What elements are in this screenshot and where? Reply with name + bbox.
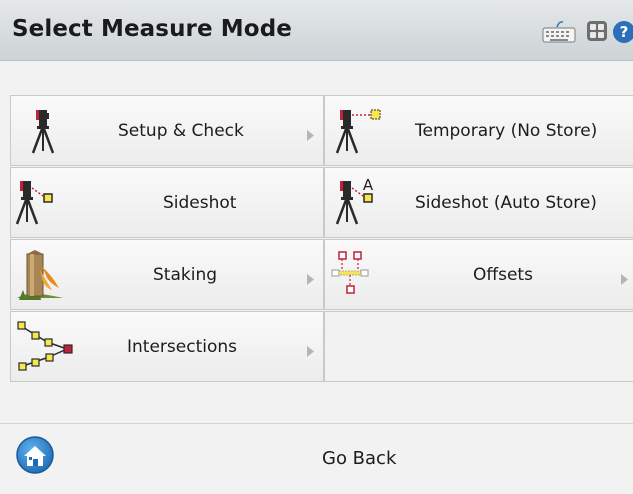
staking-label: Staking	[153, 265, 218, 285]
help-icon[interactable]: ?	[612, 20, 633, 48]
sideshot-auto-store-button[interactable]: A Sideshot (Auto Store)	[324, 167, 633, 238]
stake-icon	[11, 240, 71, 311]
header-bar: Select Measure Mode ?	[0, 0, 633, 61]
measure-mode-menu: Setup & Check Temporary (No Store) Sides…	[10, 95, 633, 385]
home-icon[interactable]	[15, 435, 55, 479]
tripod-temporary-icon	[325, 96, 385, 167]
svg-text:A: A	[363, 176, 374, 194]
sideshot-auto-store-label: Sideshot (Auto Store)	[415, 193, 597, 213]
chevron-right-icon	[307, 270, 314, 289]
chevron-right-icon	[307, 342, 314, 361]
temporary-no-store-label: Temporary (No Store)	[415, 121, 598, 141]
intersections-label: Intersections	[127, 337, 237, 357]
tripod-icon	[11, 96, 71, 167]
setup-check-button[interactable]: Setup & Check	[10, 95, 324, 166]
temporary-no-store-button[interactable]: Temporary (No Store)	[324, 95, 633, 166]
sideshot-button[interactable]: Sideshot	[10, 167, 324, 238]
chevron-right-icon	[307, 126, 314, 145]
page-title: Select Measure Mode	[12, 16, 292, 42]
offsets-button[interactable]: Offsets	[324, 239, 633, 310]
intersections-icon	[11, 312, 73, 383]
sideshot-label: Sideshot	[163, 193, 237, 213]
setup-check-label: Setup & Check	[118, 121, 244, 141]
tripod-sideshot-icon	[11, 168, 71, 239]
keyboard-icon[interactable]	[541, 20, 577, 48]
empty-menu-slot	[324, 311, 633, 382]
chevron-right-icon	[621, 270, 628, 289]
intersections-button[interactable]: Intersections	[10, 311, 324, 382]
offsets-icon	[325, 240, 385, 311]
staking-button[interactable]: Staking	[10, 239, 324, 310]
grid-icon[interactable]	[586, 20, 608, 46]
tripod-autostore-icon: A	[325, 168, 385, 239]
go-back-button[interactable]: Go Back	[322, 424, 396, 484]
footer-bar: Go Back	[0, 423, 633, 484]
offsets-label: Offsets	[473, 265, 533, 285]
svg-text:?: ?	[620, 23, 629, 41]
